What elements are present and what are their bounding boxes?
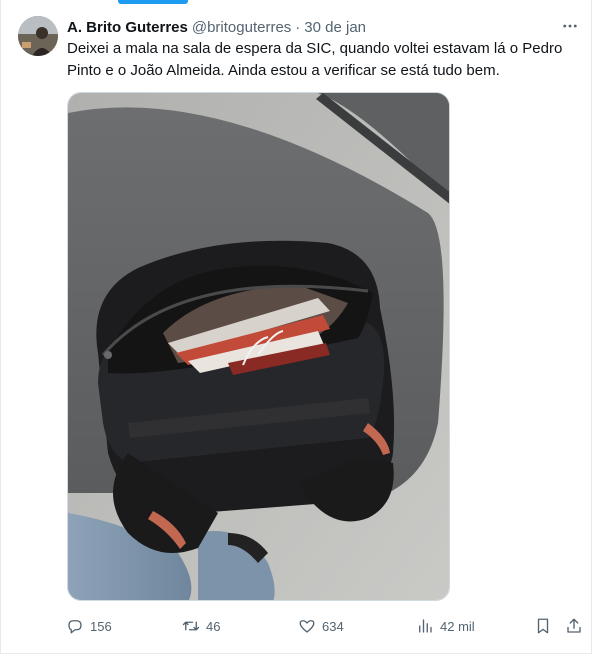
like-button[interactable]: 634 [298,611,344,641]
header-separator: · [295,18,301,36]
active-tab-indicator [118,0,188,4]
more-horizontal-icon [563,24,577,28]
author-display-name[interactable]: A. Brito Guterres [67,19,188,36]
retweet-button[interactable]: 46 [182,611,220,641]
share-icon [567,618,581,633]
tweet-text: Deixei a mala na sala de espera da SIC, … [67,40,563,79]
retweet-icon [182,621,200,631]
more-options-button[interactable] [558,14,582,38]
tweet-media[interactable] [67,92,450,601]
avatar[interactable] [18,16,58,56]
author-handle[interactable]: @britoguterres [192,19,291,36]
tweet-actions: 156 46 634 42 mil [62,611,590,641]
tweet-header: A. Brito Guterres @britoguterres · 30 de… [67,16,366,38]
backpack-photo [68,93,449,600]
avatar-image [18,16,58,56]
bookmark-button[interactable] [534,611,552,641]
tweet-date[interactable]: 30 de jan [304,19,366,36]
reply-count: 156 [90,618,112,634]
frame-border-left [0,0,1,654]
views-button[interactable]: 42 mil [416,611,475,641]
like-count: 634 [322,618,344,634]
retweet-count: 46 [206,618,221,634]
heart-icon [299,620,315,633]
reply-icon [68,620,82,634]
view-count: 42 mil [440,618,475,634]
bookmark-icon [537,618,549,634]
reply-button[interactable]: 156 [66,611,112,641]
share-button[interactable] [565,611,583,641]
analytics-icon [419,619,432,633]
